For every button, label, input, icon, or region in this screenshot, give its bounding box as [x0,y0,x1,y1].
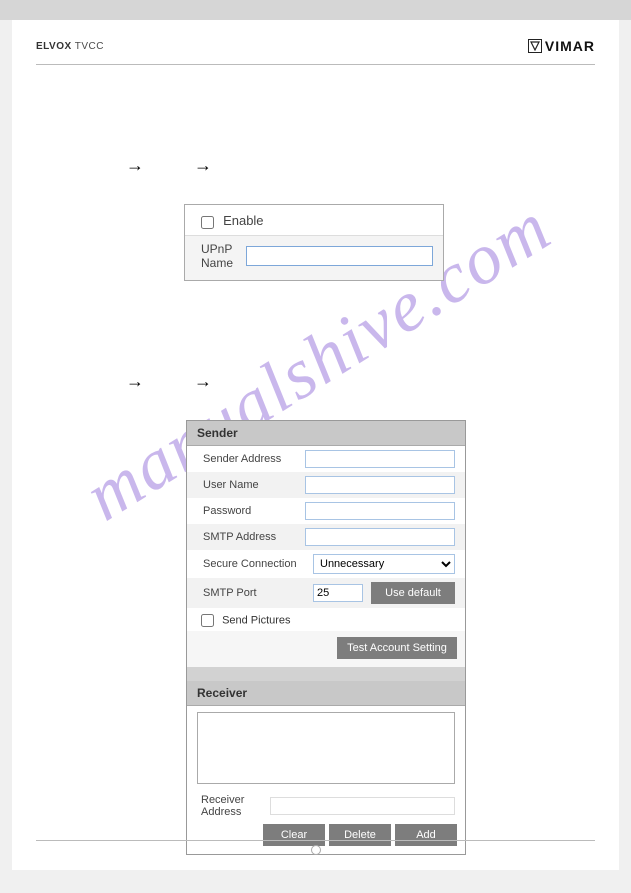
document-page: ELVOX TVCC VIMAR manualshive.com → → Ena… [12,20,619,870]
user-name-row: User Name [187,472,465,498]
page-header: ELVOX TVCC VIMAR [36,38,595,62]
footer-divider [36,840,595,841]
smtp-address-input[interactable] [305,528,455,546]
arrow-icon: → [194,371,212,392]
page-circle-icon [311,845,321,855]
test-account-row: Test Account Setting [187,631,465,667]
upnp-enable-label: Enable [223,213,263,228]
upnp-enable-row: Enable [185,205,443,236]
password-label: Password [203,505,305,517]
page-number [36,845,595,858]
sender-address-row: Sender Address [187,446,465,472]
receiver-address-row: Receiver Address [187,790,465,824]
receiver-list[interactable] [197,712,455,784]
upnp-name-label: UPnP Name [201,242,246,270]
send-pictures-row: Send Pictures [187,608,465,631]
smtp-port-input[interactable] [313,584,363,602]
breadcrumb-arrows-1: → → [126,155,595,176]
sender-header: Sender [187,421,465,446]
user-name-label: User Name [203,479,305,491]
window-top-bar [0,0,631,20]
brand-light: TVCC [75,41,104,52]
use-default-button[interactable]: Use default [371,582,455,604]
smtp-port-row: SMTP Port Use default [187,578,465,608]
secure-connection-select[interactable]: Unnecessary [313,554,455,574]
breadcrumb-arrows-2: → → [126,371,595,392]
test-account-button[interactable]: Test Account Setting [337,637,457,659]
sender-address-input[interactable] [305,450,455,468]
smtp-address-row: SMTP Address [187,524,465,550]
send-pictures-checkbox[interactable] [201,614,214,627]
panel-divider [187,667,465,681]
password-row: Password [187,498,465,524]
page-content: → → Enable UPnP Name → → Sender Sender A… [36,65,595,855]
brand-bold: ELVOX [36,41,72,52]
brand-right: VIMAR [528,38,595,54]
user-name-input[interactable] [305,476,455,494]
smtp-port-label: SMTP Port [203,587,313,599]
upnp-enable-checkbox[interactable] [201,216,214,229]
smtp-address-label: SMTP Address [203,531,305,543]
arrow-icon: → [126,155,144,176]
secure-connection-row: Secure Connection Unnecessary [187,550,465,578]
email-config-panel: Sender Sender Address User Name Password… [186,420,466,855]
arrow-icon: → [194,155,212,176]
upnp-panel: Enable UPnP Name [184,204,444,281]
receiver-address-label: Receiver Address [201,794,270,818]
receiver-address-input[interactable] [270,797,455,815]
sender-address-label: Sender Address [203,453,305,465]
page-footer [36,840,595,858]
upnp-name-row: UPnP Name [185,236,443,280]
secure-connection-label: Secure Connection [203,558,313,570]
password-input[interactable] [305,502,455,520]
vimar-logo-text: VIMAR [545,38,595,54]
arrow-icon: → [126,371,144,392]
receiver-header: Receiver [187,681,465,706]
brand-left: ELVOX TVCC [36,41,104,52]
vimar-logo-icon [528,39,542,53]
upnp-name-input[interactable] [246,246,433,266]
send-pictures-label: Send Pictures [222,614,290,626]
